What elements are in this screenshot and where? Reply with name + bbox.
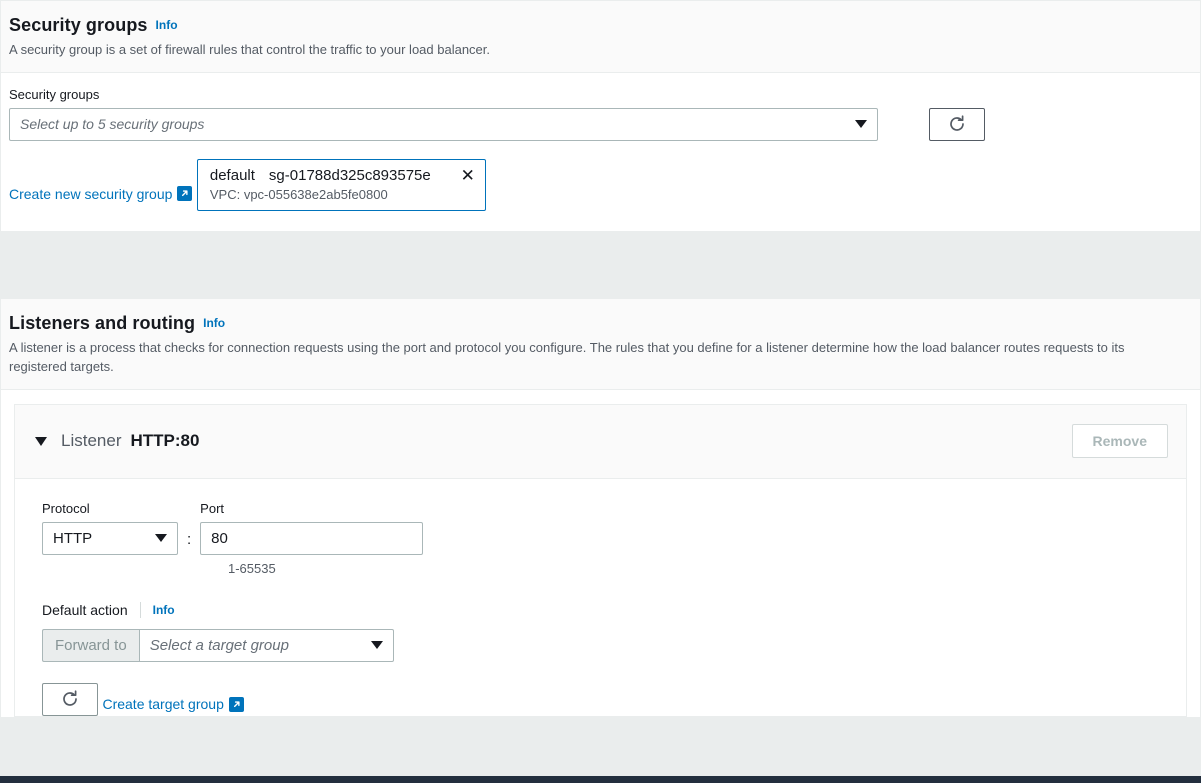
security-groups-select-placeholder: Select up to 5 security groups: [20, 116, 205, 133]
protocol-label: Protocol: [42, 500, 90, 516]
target-group-placeholder: Select a target group: [149, 636, 289, 654]
refresh-target-groups-button[interactable]: [42, 682, 98, 716]
page-root: Security groups Info A security group is …: [0, 0, 1201, 783]
token-id: sg-01788d325c893575e: [268, 166, 431, 184]
caret-down-icon: [370, 641, 383, 650]
listeners-and-routing-section: Listeners and routing Info A listener is …: [0, 298, 1201, 718]
listener-word: Listener: [61, 431, 122, 451]
listener-card: Listener HTTP:80 Remove Protocol HTTP: …: [14, 403, 1187, 717]
target-group-actions: Create target group: [42, 682, 1186, 716]
refresh-icon: [63, 690, 77, 707]
selected-security-group-token: default sg-01788d325c893575e ✕ VPC: vpc-…: [196, 158, 486, 211]
target-group-select[interactable]: Select a target group: [138, 628, 394, 662]
token-top-row: default sg-01788d325c893575e ✕: [210, 167, 475, 184]
caret-down-icon: [855, 120, 867, 129]
protocol-field-group: Protocol HTTP: [42, 501, 178, 555]
listener-card-body: Protocol HTTP : Port 1-65535: [15, 479, 1186, 716]
forward-to-prefix: Forward to: [42, 628, 139, 662]
default-action-label-row: Default action Info: [42, 601, 1186, 618]
listeners-title: Listeners and routing: [9, 313, 196, 333]
listeners-body: Listener HTTP:80 Remove Protocol HTTP: …: [1, 390, 1200, 717]
create-target-group-link[interactable]: Create target group: [102, 696, 244, 713]
refresh-icon: [950, 115, 964, 132]
security-groups-section: Security groups Info A security group is …: [0, 0, 1201, 232]
remove-listener-button[interactable]: Remove: [1071, 424, 1168, 459]
page-title: Security groups: [9, 15, 148, 35]
forward-to-group: Forward to Select a target group: [42, 628, 1186, 662]
listener-protocol-port: HTTP:80: [130, 431, 200, 451]
security-groups-description: A security group is a set of firewall ru…: [9, 42, 491, 57]
caret-down-icon: [155, 534, 167, 543]
port-label: Port: [200, 500, 225, 516]
info-link-listeners[interactable]: Info: [203, 316, 225, 330]
security-groups-select[interactable]: Select up to 5 security groups: [9, 107, 878, 141]
bottom-bar: [0, 776, 1201, 783]
security-groups-header: Security groups Info A security group is …: [1, 1, 1200, 73]
protocol-value: HTTP: [53, 529, 93, 547]
token-vpc: VPC: vpc-055638e2ab5fe0800: [209, 186, 388, 202]
security-groups-select-row: Select up to 5 security groups: [9, 107, 1192, 141]
create-new-security-group-label: Create new security group: [9, 185, 173, 202]
create-target-group-label: Create target group: [102, 696, 224, 713]
listeners-header: Listeners and routing Info A listener is …: [1, 299, 1200, 390]
refresh-security-groups-button[interactable]: [929, 107, 985, 141]
port-field-group: Port: [200, 500, 424, 555]
create-new-security-group-link[interactable]: Create new security group: [9, 185, 193, 202]
triangle-down-icon[interactable]: [35, 436, 47, 446]
divider: [139, 601, 141, 618]
info-link-security-groups[interactable]: Info: [156, 18, 178, 32]
listener-card-header: Listener HTTP:80 Remove: [15, 404, 1186, 479]
external-link-icon: [228, 696, 244, 712]
security-groups-field-label: Security groups: [9, 86, 100, 102]
external-link-icon: [177, 186, 193, 202]
protocol-port-separator: :: [187, 530, 192, 548]
protocol-select[interactable]: HTTP: [42, 521, 178, 555]
default-action-label: Default action: [42, 601, 128, 618]
port-input[interactable]: [200, 521, 424, 555]
close-icon[interactable]: ✕: [445, 167, 475, 184]
listeners-description: A listener is a process that checks for …: [9, 340, 1125, 374]
security-groups-body: Security groups Select up to 5 security …: [1, 73, 1200, 231]
token-name: default: [209, 166, 255, 184]
port-range-hint: 1-65535: [228, 560, 276, 576]
protocol-port-row: Protocol HTTP : Port: [42, 501, 1186, 555]
info-link-default-action[interactable]: Info: [153, 603, 175, 617]
